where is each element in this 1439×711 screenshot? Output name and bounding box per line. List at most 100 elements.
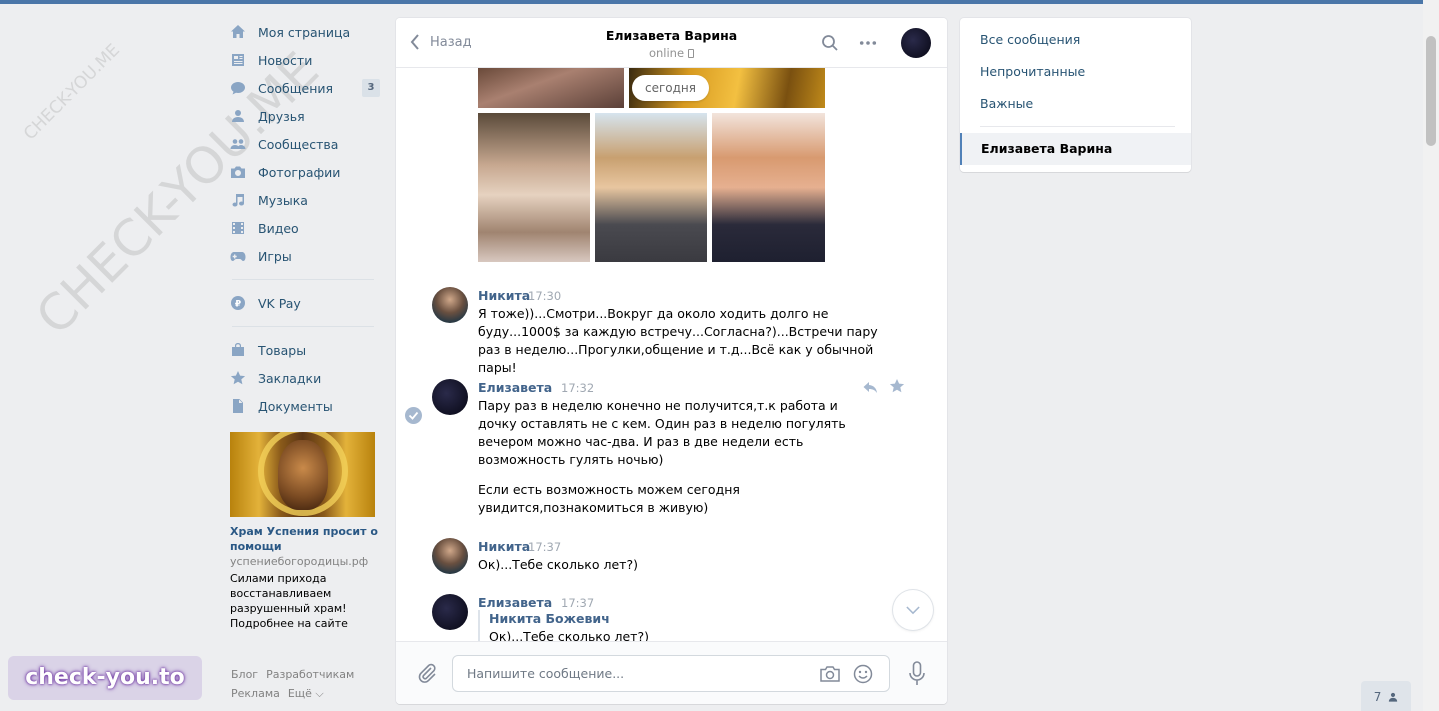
top-bar: [0, 0, 1423, 4]
menu-label: Сообщения: [258, 80, 334, 96]
mobile-phone-icon: [688, 49, 695, 58]
footer-link-more[interactable]: Ещё ⌵: [288, 687, 324, 700]
vkpay-icon: ₽: [230, 295, 246, 311]
news-icon: [230, 52, 246, 68]
footer-link-developers[interactable]: Разработчикам: [266, 668, 354, 681]
message-input[interactable]: Напишите сообщение...: [452, 655, 890, 692]
chevron-down-icon: [906, 605, 920, 614]
footer-link-ads[interactable]: Реклама: [231, 687, 280, 700]
avatar[interactable]: [432, 379, 468, 415]
camera-icon[interactable]: [819, 664, 841, 684]
menu-label: Игры: [258, 248, 292, 264]
menu-item-groups[interactable]: Сообщества: [230, 130, 380, 158]
left-menu: Моя страница Новости Сообщения 3 Друзья …: [230, 18, 380, 631]
page-scrollbar[interactable]: [1423, 0, 1439, 711]
filter-unread[interactable]: Непрочитанные: [980, 64, 1085, 79]
online-friends-button[interactable]: 7: [1361, 681, 1411, 711]
groups-icon: [230, 136, 246, 152]
filter-important[interactable]: Важные: [980, 96, 1033, 111]
status-text: online: [648, 46, 685, 60]
search-icon[interactable]: [821, 34, 839, 52]
menu-label: Музыка: [258, 192, 308, 208]
menu-label: Закладки: [258, 370, 322, 386]
photo-attachment[interactable]: [478, 113, 590, 262]
message-composer: Напишите сообщение...: [396, 641, 947, 704]
photo-attachment[interactable]: [712, 113, 825, 262]
menu-item-goods[interactable]: Товары: [230, 336, 380, 364]
menu-item-documents[interactable]: Документы: [230, 392, 380, 420]
avatar[interactable]: [432, 594, 468, 630]
menu-item-messages[interactable]: Сообщения 3: [230, 74, 380, 102]
message: Никита 17:30 Я тоже))...Смотри...Вокруг …: [432, 287, 902, 375]
scrollbar-thumb[interactable]: [1426, 36, 1436, 146]
menu-item-vkpay[interactable]: ₽ VK Pay: [230, 289, 380, 317]
document-icon: [230, 398, 246, 414]
filter-all-messages[interactable]: Все сообщения: [980, 32, 1080, 47]
menu-item-my-page[interactable]: Моя страница: [230, 18, 380, 46]
filter-divider: [980, 126, 1175, 127]
message-author[interactable]: Никита: [478, 288, 530, 303]
ad-text: Силами прихода восстанавливаем разрушенн…: [230, 572, 348, 630]
menu-item-friends[interactable]: Друзья: [230, 102, 380, 130]
music-icon: [230, 192, 246, 208]
forwarded-message[interactable]: Никита Божевич Ок)...Тебе сколько лет?): [478, 610, 778, 641]
contact-avatar[interactable]: [901, 28, 931, 58]
message-time[interactable]: 17:32: [561, 381, 594, 395]
menu-label: Документы: [258, 398, 333, 414]
more-options-icon[interactable]: [859, 34, 879, 52]
menu-label: Сообщества: [258, 136, 339, 152]
photo-attachment[interactable]: [595, 113, 707, 262]
messages-icon: [230, 80, 246, 96]
menu-item-photos[interactable]: Фотографии: [230, 158, 380, 186]
person-icon: [1389, 692, 1398, 702]
footer-links: Блог Разработчикам Реклама Ещё ⌵: [231, 665, 381, 703]
ad-title[interactable]: Храм Успения просит о помощи: [230, 524, 380, 554]
menu-label: Товары: [258, 342, 307, 358]
watermark-small: CHECK-YOU.ME: [20, 40, 124, 145]
menu-divider: [232, 279, 374, 280]
ad-image[interactable]: [230, 432, 375, 517]
messages-count-badge: 3: [362, 79, 380, 97]
forwarded-author[interactable]: Никита Божевич: [489, 610, 778, 628]
message-time[interactable]: 17:37: [528, 540, 561, 554]
avatar[interactable]: [432, 287, 468, 323]
message: Елизавета 17:37 Никита Божевич Ок)...Теб…: [432, 594, 902, 641]
message-text: Если есть возможность можем сегодня увид…: [478, 482, 740, 515]
menu-item-news[interactable]: Новости: [230, 46, 380, 74]
selected-check-icon[interactable]: [405, 407, 422, 424]
message-placeholder[interactable]: Напишите сообщение...: [467, 666, 624, 681]
active-dialog-item[interactable]: Елизавета Варина: [960, 133, 1191, 165]
message-text: Пару раз в неделю конечно не получится,т…: [478, 398, 846, 467]
star-icon[interactable]: [889, 378, 905, 394]
photo-attachment[interactable]: [478, 68, 624, 108]
star-icon: [230, 370, 246, 386]
message-author[interactable]: Елизавета: [478, 595, 552, 610]
message-author[interactable]: Никита: [478, 539, 530, 554]
message-time[interactable]: 17:30: [528, 289, 561, 303]
online-count: 7: [1373, 690, 1382, 704]
message-history[interactable]: сегодня Никита 17:30 Я тоже))...Смотри..…: [396, 68, 947, 641]
menu-label: Фотографии: [258, 164, 341, 180]
brand-watermark: check-you.to: [8, 656, 202, 700]
footer-link-blog[interactable]: Блог: [231, 668, 258, 681]
menu-item-games[interactable]: Игры: [230, 242, 380, 270]
menu-item-video[interactable]: Видео: [230, 214, 380, 242]
paperclip-icon[interactable]: [416, 662, 438, 684]
camera-icon: [230, 164, 246, 180]
menu-item-bookmarks[interactable]: Закладки: [230, 364, 380, 392]
avatar[interactable]: [432, 538, 468, 574]
messages-filter-panel: Все сообщения Непрочитанные Важные Елиза…: [960, 18, 1191, 172]
emoji-icon[interactable]: [853, 664, 873, 684]
ad-domain[interactable]: успениебогородицы.рф: [230, 555, 380, 568]
menu-label: Друзья: [258, 108, 305, 124]
reply-icon[interactable]: [862, 379, 878, 395]
message-text: Ок)...Тебе сколько лет?): [478, 557, 638, 572]
message: Никита 17:37 Ок)...Тебе сколько лет?): [432, 538, 902, 578]
menu-label: Новости: [258, 52, 313, 68]
svg-text:₽: ₽: [235, 300, 241, 310]
message-time[interactable]: 17:37: [561, 596, 594, 610]
menu-item-music[interactable]: Музыка: [230, 186, 380, 214]
scroll-down-button[interactable]: [893, 590, 933, 630]
microphone-icon[interactable]: [908, 661, 926, 687]
message-author[interactable]: Елизавета: [478, 380, 552, 395]
